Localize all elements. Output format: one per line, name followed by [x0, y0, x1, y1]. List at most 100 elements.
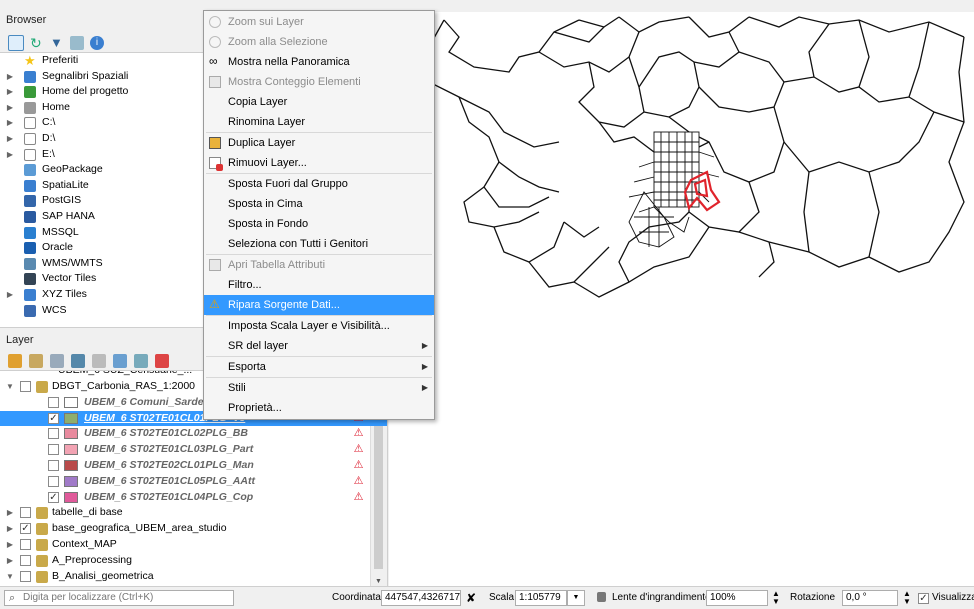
search-icon: ⌕	[9, 592, 16, 604]
filter-legend-icon[interactable]	[71, 354, 85, 368]
lock-icon[interactable]	[597, 592, 606, 602]
layer-checkbox[interactable]	[48, 444, 59, 456]
menu-item[interactable]: ∞ Mostra nella Panoramica	[204, 52, 434, 72]
layer-checkbox[interactable]	[20, 538, 31, 550]
rotation-field[interactable]: 0,0 °	[842, 590, 898, 606]
layer-row[interactable]: UBEM_6 ST02TE01CL03PLG_Part ⚠	[0, 442, 387, 458]
layer-checkbox[interactable]	[20, 570, 31, 582]
filter-icon[interactable]: ▼	[50, 36, 64, 50]
layers-toolbar	[8, 352, 169, 370]
layer-checkbox[interactable]: ✓	[20, 523, 31, 535]
layer-checkbox[interactable]	[48, 459, 59, 471]
layer-group[interactable]: ▶ Context_MAP	[0, 537, 387, 553]
layer-row[interactable]: UBEM_6 ST02TE01CL02PLG_BB ⚠	[0, 426, 387, 442]
menu-item[interactable]: Rinomina Layer	[204, 112, 434, 132]
layer-checkbox[interactable]	[20, 381, 31, 392]
warning-icon[interactable]: ⚠	[352, 443, 365, 455]
menu-item[interactable]: Sposta in Fondo	[204, 214, 434, 234]
layer-checkbox[interactable]	[20, 554, 31, 566]
expand-all-icon[interactable]	[113, 354, 127, 368]
expand-arrow-icon[interactable]: ▶	[6, 100, 14, 116]
collapse-arrow-icon[interactable]: ▼	[6, 569, 14, 585]
menu-item[interactable]: Rimuovi Layer...	[204, 153, 434, 173]
menu-item[interactable]: SR del layer ▶	[204, 336, 434, 356]
add-selected-icon[interactable]	[8, 35, 24, 51]
style-icon[interactable]	[8, 354, 22, 368]
menu-item-label: Seleziona con Tutti i Genitori	[228, 238, 369, 250]
expand-arrow-icon[interactable]: ▶	[6, 505, 14, 521]
info-icon[interactable]: i	[90, 36, 104, 50]
group-icon	[36, 507, 48, 520]
expand-arrow-icon[interactable]: ▶	[6, 84, 14, 100]
filter-expression-icon[interactable]	[92, 354, 106, 368]
visibility-icon[interactable]	[50, 354, 64, 368]
render-label: Visualizza	[932, 592, 974, 603]
locator-search-input[interactable]: ⌕ Digita per localizzare (Ctrl+K)	[4, 590, 234, 606]
expand-arrow-icon[interactable]: ▶	[6, 69, 14, 85]
layer-group[interactable]: ▶ tabelle_di base	[0, 505, 387, 521]
menu-item[interactable]: Sposta in Cima	[204, 194, 434, 214]
collapse-arrow-icon[interactable]: ▼	[6, 379, 14, 395]
rotation-spin-icon[interactable]: ▲ ▼	[903, 590, 911, 606]
coordinate-field[interactable]: 447547,4326717	[381, 590, 461, 606]
menu-item[interactable]: Proprietà...	[204, 398, 434, 418]
menu-item: Zoom sui Layer	[204, 12, 434, 32]
expand-arrow-icon[interactable]: ▶	[6, 553, 14, 569]
layer-group-label: DBGT_Carbonia_RAS_1:2000	[52, 380, 196, 392]
layer-row[interactable]: ✓ UBEM_6 ST02TE01CL04PLG_Cop ⚠	[0, 490, 387, 506]
browser-panel-title: Browser	[6, 14, 47, 26]
layer-group[interactable]: ▶ A_Preprocessing	[0, 553, 387, 569]
warning-icon[interactable]: ⚠	[352, 475, 365, 487]
menu-item[interactable]: Filtro...	[204, 275, 434, 295]
browser-item-label: Home del progetto	[42, 85, 129, 98]
menu-item[interactable]: Copia Layer	[204, 92, 434, 112]
expand-arrow-icon[interactable]: ▶	[6, 537, 14, 553]
menu-item-label: Zoom alla Selezione	[228, 36, 328, 48]
expand-arrow-icon[interactable]: ▶	[6, 131, 14, 147]
menu-item[interactable]: Duplica Layer	[204, 133, 434, 153]
render-checkbox[interactable]: ✓	[918, 593, 929, 604]
toggle-extents-icon[interactable]: ✘	[466, 591, 476, 605]
add-group-icon[interactable]	[29, 354, 43, 368]
drive-icon	[24, 132, 36, 145]
layer-checkbox[interactable]	[48, 396, 59, 408]
expand-arrow-icon[interactable]: ▶	[6, 147, 14, 163]
layer-checkbox[interactable]	[48, 475, 59, 487]
map-canvas[interactable]	[389, 12, 974, 586]
layer-row[interactable]: UBEM_6 ST02TE02CL01PLG_Man ⚠	[0, 458, 387, 474]
menu-item[interactable]: Seleziona con Tutti i Genitori	[204, 234, 434, 254]
layer-checkbox[interactable]: ✓	[48, 491, 59, 503]
expand-arrow-icon[interactable]: ▶	[6, 287, 14, 303]
layer-checkbox[interactable]: ✓	[48, 412, 59, 424]
sap-hana-icon	[24, 210, 36, 223]
layer-group[interactable]: ▶ ✓ base_geografica_UBEM_area_studio	[0, 521, 387, 537]
layer-checkbox[interactable]	[20, 507, 31, 519]
remove-layer-icon[interactable]	[155, 354, 169, 368]
collapse-all-layers-icon[interactable]	[134, 354, 148, 368]
scale-field[interactable]: 1:105779	[515, 590, 567, 606]
layer-group[interactable]: ▼ B_Analisi_geometrica	[0, 569, 387, 585]
warning-icon[interactable]: ⚠	[352, 491, 365, 503]
magnifier-spin-icon[interactable]: ▲ ▼	[772, 590, 780, 606]
collapse-all-icon[interactable]	[70, 36, 84, 50]
menu-item[interactable]: Sposta Fuori dal Gruppo	[204, 174, 434, 194]
magnifier-field[interactable]: 100%	[706, 590, 768, 606]
layer-row[interactable]: UBEM_6 ST02TE01CL05PLG_AAtt ⚠	[0, 474, 387, 490]
menu-item[interactable]: ⚠ Ripara Sorgente Dati...	[204, 295, 434, 315]
wms-icon	[24, 257, 36, 270]
drive-icon	[24, 117, 36, 130]
browser-item-label: XYZ Tiles	[42, 287, 87, 300]
warning-icon[interactable]: ⚠	[352, 427, 365, 439]
menu-item[interactable]: Esporta ▶	[204, 357, 434, 377]
expand-arrow-icon[interactable]: ▶	[6, 521, 14, 537]
layers-panel-title: Layer	[6, 334, 34, 346]
warning-icon[interactable]: ⚠	[352, 459, 365, 471]
menu-item[interactable]: Imposta Scala Layer e Visibilità...	[204, 316, 434, 336]
refresh-icon[interactable]: ↻	[30, 36, 44, 50]
menu-item[interactable]: Stili ▶	[204, 378, 434, 398]
scale-dropdown-icon[interactable]: ▼	[567, 590, 585, 606]
layer-label: UBEM_6 ST02TE01CL05PLG_AAtt	[84, 474, 255, 487]
zoom-selection-icon	[209, 36, 221, 48]
expand-arrow-icon[interactable]: ▶	[6, 115, 14, 131]
layer-checkbox[interactable]	[48, 428, 59, 440]
